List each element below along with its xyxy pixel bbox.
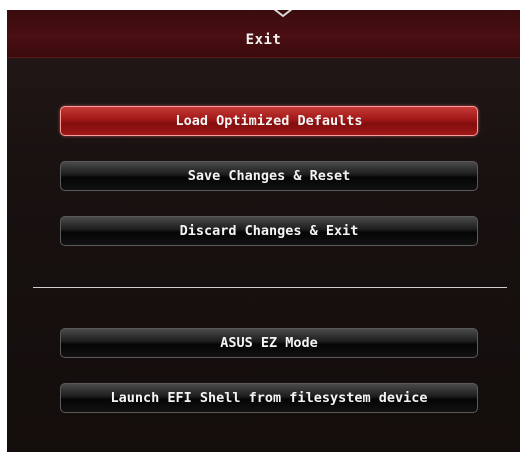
title-ornament-icon: [273, 10, 293, 18]
asus-ez-mode-button[interactable]: ASUS EZ Mode: [60, 328, 478, 358]
dialog-title: Exit: [245, 32, 282, 48]
bios-screen: Exit Load Optimized Defaults Save Change…: [0, 0, 527, 452]
dialog-title-bar: Exit: [7, 10, 520, 58]
save-changes-reset-button[interactable]: Save Changes & Reset: [60, 161, 478, 191]
load-optimized-defaults-button[interactable]: Load Optimized Defaults: [60, 106, 478, 136]
section-divider: [33, 287, 507, 288]
discard-changes-exit-button[interactable]: Discard Changes & Exit: [60, 216, 478, 246]
launch-efi-shell-button[interactable]: Launch EFI Shell from filesystem device: [60, 383, 478, 413]
exit-dialog: Exit Load Optimized Defaults Save Change…: [7, 10, 520, 452]
